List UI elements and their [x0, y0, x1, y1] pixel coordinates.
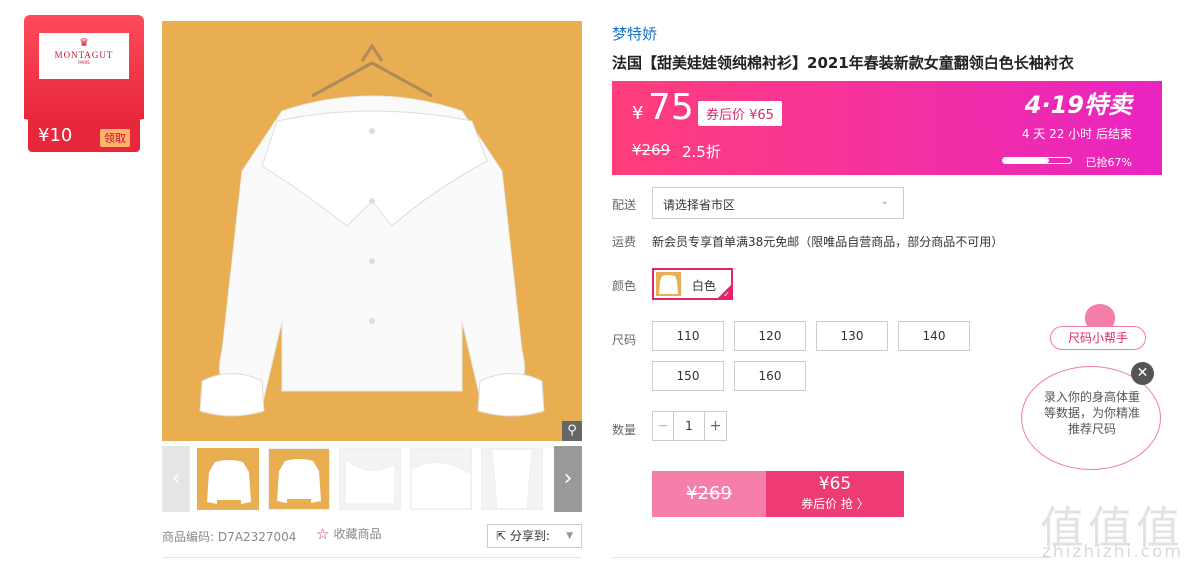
size-option[interactable]: 120 — [734, 321, 806, 351]
quantity-input[interactable]: 1 — [673, 411, 705, 441]
discount-rate: 2.5折 — [682, 143, 721, 161]
region-select-value: 请选择省市区 — [663, 198, 736, 212]
close-icon[interactable]: ✕ — [1131, 362, 1154, 385]
thumbnail[interactable] — [197, 448, 259, 510]
color-option-label: 白色 — [692, 279, 717, 293]
buy-button[interactable]: ¥65 券后价 抢 〉 — [766, 471, 904, 517]
size-option[interactable]: 150 — [652, 361, 724, 391]
coupon-amount: ¥10 — [38, 125, 73, 146]
divider — [162, 557, 582, 558]
size-helper-tag[interactable]: 尺码小帮手 — [1050, 326, 1146, 350]
chevron-right-icon[interactable]: › — [554, 446, 582, 512]
thumbnail-strip: ‹ › — [162, 446, 582, 512]
currency-symbol: ¥ — [632, 103, 644, 124]
brand-logo: ♛ MONTAGUT PARIS — [39, 33, 129, 79]
favorite-button[interactable]: ☆ 收藏商品 — [316, 525, 381, 543]
claim-coupon-button[interactable]: 领取 — [100, 129, 130, 147]
size-option[interactable]: 130 — [816, 321, 888, 351]
caret-down-icon: ▼ — [566, 531, 573, 541]
shipping-label: 运费 — [612, 235, 637, 249]
thumbnail[interactable] — [481, 448, 543, 510]
checkmark-icon: ✓ — [723, 290, 730, 299]
size-option[interactable]: 110 — [652, 321, 724, 351]
price-banner: ¥ 75 券后价 ¥65 ¥269 2.5折 4·19特卖 4 天 22 小时 … — [612, 81, 1162, 175]
thumbnail[interactable] — [268, 448, 330, 510]
quantity-increment-button[interactable]: + — [704, 411, 727, 441]
coupon-header: ♛ MONTAGUT PARIS — [24, 15, 144, 129]
size-label: 尺码 — [612, 333, 637, 347]
sold-progress-bar — [1002, 157, 1072, 164]
current-price: 75 — [648, 87, 694, 128]
buy-button-label: 券后价 抢 〉 — [801, 497, 869, 511]
color-option-white[interactable]: 白色 ✓ — [652, 268, 733, 300]
region-select[interactable]: 请选择省市区 ⌄ — [652, 187, 904, 219]
chevron-down-icon: ⌄ — [880, 196, 889, 207]
buy-button-price: ¥65 — [818, 474, 852, 494]
product-meta: 商品编码: D7A2327004 ☆ 收藏商品 ⇱ 分享到: ▼ — [162, 524, 582, 548]
size-helper-text: 录入你的身高体重等数据，为你精准推荐尺码 — [1043, 390, 1140, 436]
brand-coupon[interactable]: ♛ MONTAGUT PARIS ¥10 领取 — [24, 15, 144, 152]
promo-logo: 4·19特卖 — [1024, 91, 1132, 119]
watermark: 值值值 zhizhizhi.com — [1040, 492, 1188, 570]
thumbnail[interactable] — [410, 448, 472, 510]
color-label: 颜色 — [612, 279, 637, 293]
product-main-image[interactable]: ⚲ — [162, 21, 582, 441]
size-option[interactable]: 160 — [734, 361, 806, 391]
buy-original-price[interactable]: ¥269 — [652, 471, 766, 517]
brand-link[interactable]: 梦特娇 — [612, 23, 657, 44]
star-icon: ☆ — [316, 525, 330, 543]
shirt-illustration — [199, 43, 545, 417]
shipping-info: 新会员专享首单满38元免邮（限唯品自营商品，部分商品不可用） — [652, 235, 1004, 249]
size-option[interactable]: 140 — [898, 321, 970, 351]
coupon-footer: ¥10 领取 — [28, 119, 140, 152]
chevron-left-icon[interactable]: ‹ — [162, 446, 190, 512]
brand-crest-icon: ♛ — [79, 36, 89, 49]
quantity-label: 数量 — [612, 423, 637, 437]
watermark-url: zhizhizhi.com — [1042, 542, 1183, 562]
quantity-decrement-button[interactable]: − — [652, 411, 674, 441]
share-icon: ⇱ — [496, 529, 507, 543]
brand-logo-subtext: PARIS — [78, 60, 90, 65]
share-dropdown[interactable]: ⇱ 分享到: ▼ — [487, 524, 582, 548]
brand-logo-text: MONTAGUT — [54, 50, 114, 60]
sold-progress-fill — [1003, 158, 1049, 163]
color-thumbnail — [656, 272, 681, 296]
sold-progress-text: 已抢67% — [1085, 156, 1132, 169]
product-code: 商品编码: D7A2327004 — [162, 530, 297, 544]
original-price: ¥269 — [632, 141, 671, 159]
countdown: 4 天 22 小时 后结束 — [1021, 127, 1132, 141]
coupon-price-badge: 券后价 ¥65 — [698, 101, 782, 126]
divider — [612, 557, 1052, 558]
delivery-label: 配送 — [612, 198, 637, 212]
product-title: 法国【甜美娃娃领纯棉衬衫】2021年春装新款女童翻领白色长袖衬衣 — [612, 54, 1074, 72]
thumbnail[interactable] — [339, 448, 401, 510]
magnifier-icon[interactable]: ⚲ — [562, 421, 582, 441]
